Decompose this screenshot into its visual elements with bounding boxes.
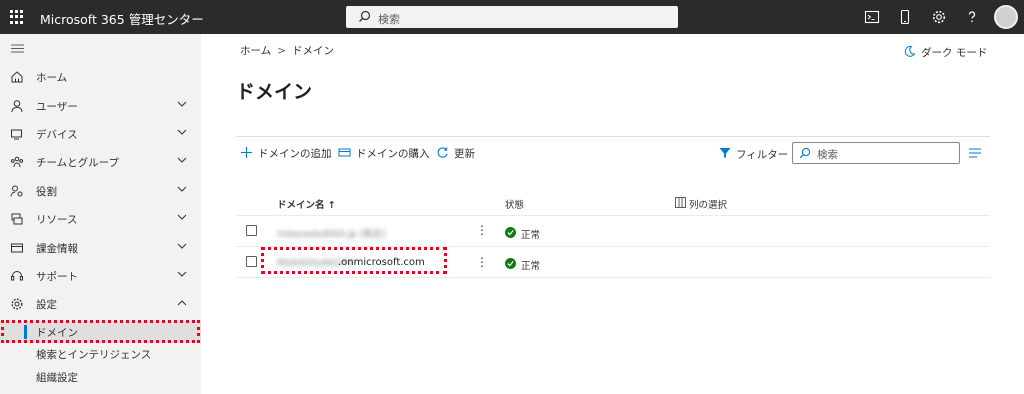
breadcrumb-current: ドメイン xyxy=(292,45,334,57)
sidebar-subitem-label: 検索とインテリジェンス xyxy=(36,349,152,361)
sidebar-subitem-org-settings[interactable]: 組織設定 xyxy=(0,366,201,388)
buy-domain-label: ドメインの購入 xyxy=(356,148,430,160)
hamburger-icon[interactable] xyxy=(11,43,25,55)
resources-icon xyxy=(11,213,23,225)
search-placeholder: 検索 xyxy=(378,13,400,26)
app-title[interactable]: Microsoft 365 管理センター xyxy=(40,9,204,28)
highlight-box-onmicrosoft-domain xyxy=(261,247,447,274)
sidebar-item-label: 役割 xyxy=(36,186,57,198)
filter-icon xyxy=(719,148,731,158)
sidebar-item-roles[interactable]: 役割 xyxy=(0,177,201,205)
filter-label: フィルター xyxy=(736,149,789,161)
chevron-down-icon xyxy=(177,214,187,220)
add-domain-label: ドメインの追加 xyxy=(258,148,332,160)
sidebar-item-label: ホーム xyxy=(36,72,68,84)
user-icon xyxy=(11,100,23,113)
check-circle-icon xyxy=(505,258,516,269)
sidebar-subitem-search-intelligence[interactable]: 検索とインテリジェンス xyxy=(0,343,201,365)
refresh-icon xyxy=(437,147,448,158)
search-icon xyxy=(799,147,811,159)
breadcrumb-home[interactable]: ホーム xyxy=(240,45,271,57)
sidebar-item-teams-groups[interactable]: チームとグループ xyxy=(0,148,201,176)
view-options-icon[interactable] xyxy=(968,147,982,159)
check-circle-icon xyxy=(505,227,516,238)
row-checkbox[interactable] xyxy=(246,256,257,267)
chevron-down-icon xyxy=(177,186,187,192)
columns-icon xyxy=(675,197,686,208)
table-header-divider xyxy=(236,215,990,216)
plus-icon xyxy=(241,147,252,158)
support-icon xyxy=(11,271,24,281)
mobile-icon[interactable] xyxy=(897,9,913,25)
choose-columns-label: 列の選択 xyxy=(689,200,728,211)
column-header-domain-name[interactable]: ドメイン名 ↑ xyxy=(277,197,336,211)
help-icon[interactable] xyxy=(964,9,980,25)
sidebar-item-settings[interactable]: 設定 xyxy=(0,290,201,318)
refresh-button[interactable]: 更新 xyxy=(436,145,476,161)
dark-mode-label: ダーク モード xyxy=(921,47,988,59)
more-actions-icon[interactable]: ⋮ xyxy=(476,256,488,268)
breadcrumb-separator: > xyxy=(277,45,286,57)
sidebar-item-home[interactable]: ホーム xyxy=(0,63,201,91)
divider xyxy=(236,136,990,137)
moon-icon xyxy=(904,45,916,57)
sidebar-subitem-label: 組織設定 xyxy=(36,372,78,384)
more-actions-icon[interactable]: ⋮ xyxy=(476,224,488,236)
home-icon xyxy=(11,71,23,83)
card-icon xyxy=(338,148,351,157)
domain-search-input[interactable]: 検索 xyxy=(792,142,960,164)
column-header-status[interactable]: 状態 xyxy=(505,197,524,211)
domain-name-redacted[interactable]: mdaoadsd000.jp (既定) xyxy=(277,226,386,240)
avatar[interactable] xyxy=(994,5,1018,29)
sidebar-item-label: デバイス xyxy=(36,129,78,141)
table-row-divider xyxy=(236,277,990,278)
sidebar-item-label: リソース xyxy=(36,214,78,226)
chevron-down-icon xyxy=(177,157,187,163)
sidebar-item-support[interactable]: サポート xyxy=(0,262,201,290)
sidebar-item-label: サポート xyxy=(36,271,78,283)
add-domain-button[interactable]: ドメインの追加 xyxy=(240,145,332,161)
chevron-down-icon xyxy=(177,129,187,135)
page-title: ドメイン xyxy=(236,81,313,103)
gear-icon[interactable] xyxy=(931,9,947,25)
row-checkbox[interactable] xyxy=(246,225,257,236)
waffle-icon[interactable] xyxy=(10,10,24,24)
refresh-label: 更新 xyxy=(454,148,475,160)
status-label: 正常 xyxy=(521,261,541,272)
billing-icon xyxy=(11,243,23,253)
sidebar-item-label: 課金情報 xyxy=(36,243,78,255)
sidebar-item-billing[interactable]: 課金情報 xyxy=(0,234,201,262)
global-search-input[interactable]: 検索 xyxy=(346,6,678,28)
chevron-down-icon xyxy=(177,271,187,277)
buy-domain-button[interactable]: ドメインの購入 xyxy=(338,145,430,161)
top-bar: Microsoft 365 管理センター 検索 xyxy=(0,0,1024,34)
sidebar-item-label: 設定 xyxy=(36,299,57,311)
roles-icon xyxy=(10,185,23,197)
sidebar-item-label: チームとグループ xyxy=(36,157,120,169)
sidebar-item-users[interactable]: ユーザー xyxy=(0,92,201,120)
sidebar-item-resources[interactable]: リソース xyxy=(0,205,201,233)
chevron-down-icon xyxy=(177,101,187,107)
search-placeholder: 検索 xyxy=(817,149,838,161)
settings-icon xyxy=(11,298,23,310)
highlight-box-domains-nav xyxy=(1,320,200,343)
breadcrumb: ホーム > ドメイン xyxy=(240,43,334,58)
search-icon xyxy=(359,10,371,22)
terminal-icon[interactable] xyxy=(864,9,880,25)
chevron-down-icon xyxy=(177,243,187,249)
teams-icon xyxy=(10,156,24,168)
sidebar-item-devices[interactable]: デバイス xyxy=(0,120,201,148)
sidebar-item-label: ユーザー xyxy=(36,101,78,113)
device-icon xyxy=(11,129,22,140)
status-label: 正常 xyxy=(521,230,541,241)
chevron-up-icon xyxy=(177,300,187,306)
